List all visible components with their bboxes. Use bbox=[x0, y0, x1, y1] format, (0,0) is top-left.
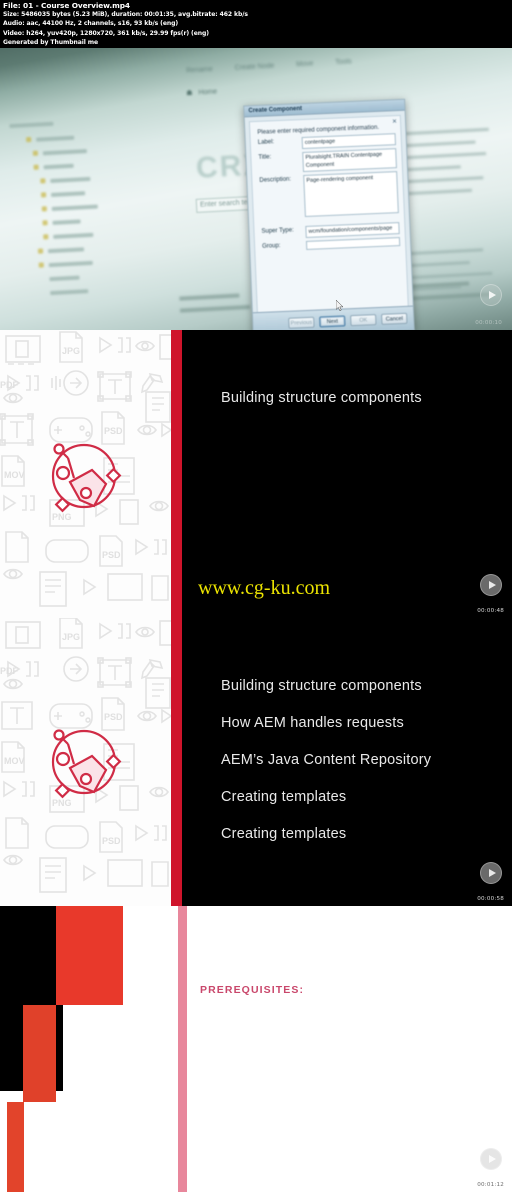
slide-3: JPG PSD MOV PSD PNG PDF Building structu… bbox=[0, 618, 512, 906]
media-info-size: Size: 5486035 bytes (5.23 MiB), duration… bbox=[3, 11, 248, 19]
toolbar-item-tools[interactable]: Tools bbox=[335, 58, 352, 66]
svg-text:MOV: MOV bbox=[4, 756, 25, 766]
ok-button[interactable]: OK bbox=[350, 314, 377, 327]
svg-text:PSD: PSD bbox=[102, 550, 121, 560]
cancel-button[interactable]: Cancel bbox=[381, 312, 408, 325]
svg-text:MOV: MOV bbox=[4, 470, 25, 480]
svg-text:PDF: PDF bbox=[0, 666, 19, 676]
timestamp-3: 00:00:58 bbox=[477, 896, 504, 902]
icon-pattern-sidebar: JPG PSD MOV PSD PNG PDF bbox=[0, 618, 171, 906]
field-label-super-type: Super Type: bbox=[261, 227, 294, 235]
next-button[interactable]: Next bbox=[319, 315, 346, 328]
toolbar-item-move[interactable]: Move bbox=[296, 60, 313, 68]
video-frame-4[interactable]: PREREQUISITES: HTML JavaScript CSS 00:01… bbox=[0, 906, 512, 1192]
slide-2-body: Building structure components www.cg-ku.… bbox=[182, 330, 512, 618]
prerequisites-heading: PREREQUISITES: bbox=[200, 984, 305, 996]
media-info-video: Video: h264, yuv420p, 1280x720, 361 kb/s… bbox=[3, 29, 209, 37]
play-button[interactable] bbox=[480, 1148, 502, 1170]
list-item: Creating templates bbox=[221, 789, 347, 805]
field-label-description: Description: bbox=[259, 176, 292, 184]
timestamp-4: 00:01:12 bbox=[477, 1182, 504, 1188]
media-info-audio: Audio: aac, 44100 Hz, 2 channels, s16, 9… bbox=[3, 20, 179, 28]
timestamp-2: 00:00:48 bbox=[477, 608, 504, 614]
slide-2-title: Building structure components bbox=[221, 390, 422, 406]
list-item: Building structure components bbox=[221, 678, 422, 694]
svg-text:PNG: PNG bbox=[52, 798, 72, 808]
red-block-1 bbox=[56, 906, 123, 1005]
slide-2: JPG PSD MOV PSD PNG PDF Building structu… bbox=[0, 330, 512, 618]
crx-repository-tree bbox=[9, 112, 169, 310]
field-label-group: Group: bbox=[262, 243, 281, 250]
thumbnail-sheet: File: 01 - Course Overview.mp4 Size: 548… bbox=[0, 0, 512, 1192]
play-button[interactable] bbox=[480, 862, 502, 884]
media-info-generator: Generated by Thumbnail me bbox=[3, 38, 98, 46]
play-button[interactable] bbox=[480, 574, 502, 596]
svg-text:PSD: PSD bbox=[104, 712, 123, 722]
media-icons-pattern: JPG PSD MOV PSD PNG PDF bbox=[0, 331, 171, 607]
media-info-header: File: 01 - Course Overview.mp4 Size: 548… bbox=[0, 0, 512, 48]
list-item: AEM’s Java Content Repository bbox=[221, 752, 432, 768]
video-frame-1[interactable]: Rename Create Node Move Tools ☗ Home CRX… bbox=[0, 44, 512, 330]
slide-3-body: Building structure components How AEM ha… bbox=[182, 618, 512, 906]
home-icon: ☗ bbox=[186, 89, 193, 98]
list-item: Creating templates bbox=[221, 826, 347, 842]
media-icons-pattern: JPG PSD MOV PSD PNG PDF bbox=[0, 618, 171, 893]
mouse-cursor-icon bbox=[336, 300, 344, 311]
svg-text:PNG: PNG bbox=[52, 512, 72, 522]
field-label-title: Title: bbox=[258, 154, 272, 161]
icon-pattern-sidebar: JPG PSD MOV PSD PNG PDF bbox=[0, 330, 171, 618]
group-field[interactable] bbox=[305, 237, 401, 250]
svg-text:PSD: PSD bbox=[102, 836, 121, 846]
accent-bar bbox=[171, 618, 182, 906]
accent-bar bbox=[171, 330, 182, 618]
agenda-list: Building structure components How AEM ha… bbox=[221, 678, 431, 863]
video-frame-3[interactable]: JPG PSD MOV PSD PNG PDF Building structu… bbox=[0, 618, 512, 906]
create-component-dialog[interactable]: Create Component ✕ Please enter required… bbox=[243, 98, 415, 330]
red-block-2 bbox=[23, 1005, 56, 1102]
toolbar-item-rename[interactable]: Rename bbox=[186, 66, 213, 74]
previous-button[interactable]: Previous bbox=[288, 316, 315, 329]
svg-text:PDF: PDF bbox=[0, 380, 19, 390]
toolbar-item-create-node[interactable]: Create Node bbox=[234, 62, 274, 71]
list-item: How AEM handles requests bbox=[221, 715, 404, 731]
timestamp-1: 00:00:10 bbox=[475, 320, 502, 326]
svg-text:JPG: JPG bbox=[62, 632, 80, 642]
video-frame-2[interactable]: JPG PSD MOV PSD PNG PDF Building structu… bbox=[0, 330, 512, 618]
watermark: www.cg-ku.com bbox=[198, 577, 331, 599]
play-button[interactable] bbox=[480, 284, 502, 306]
field-label-label: Label: bbox=[257, 139, 275, 146]
description-field[interactable]: Page-rendering component bbox=[303, 171, 399, 218]
media-info-file: File: 01 - Course Overview.mp4 bbox=[3, 1, 130, 10]
breadcrumb-home[interactable]: Home bbox=[198, 88, 217, 96]
svg-text:JPG: JPG bbox=[62, 346, 80, 356]
prerequisites-block: PREREQUISITES: bbox=[200, 984, 304, 996]
dialog-body: ✕ Please enter required component inform… bbox=[248, 114, 410, 320]
title-field[interactable]: Pluralsight.TRAIN Contentpage Component bbox=[302, 148, 397, 173]
field-row-description: Description: Page-rendering component bbox=[252, 168, 404, 219]
pink-stripe bbox=[178, 906, 187, 1192]
close-icon[interactable]: ✕ bbox=[392, 118, 397, 125]
svg-text:PSD: PSD bbox=[104, 426, 123, 436]
red-block-3 bbox=[7, 1102, 24, 1192]
